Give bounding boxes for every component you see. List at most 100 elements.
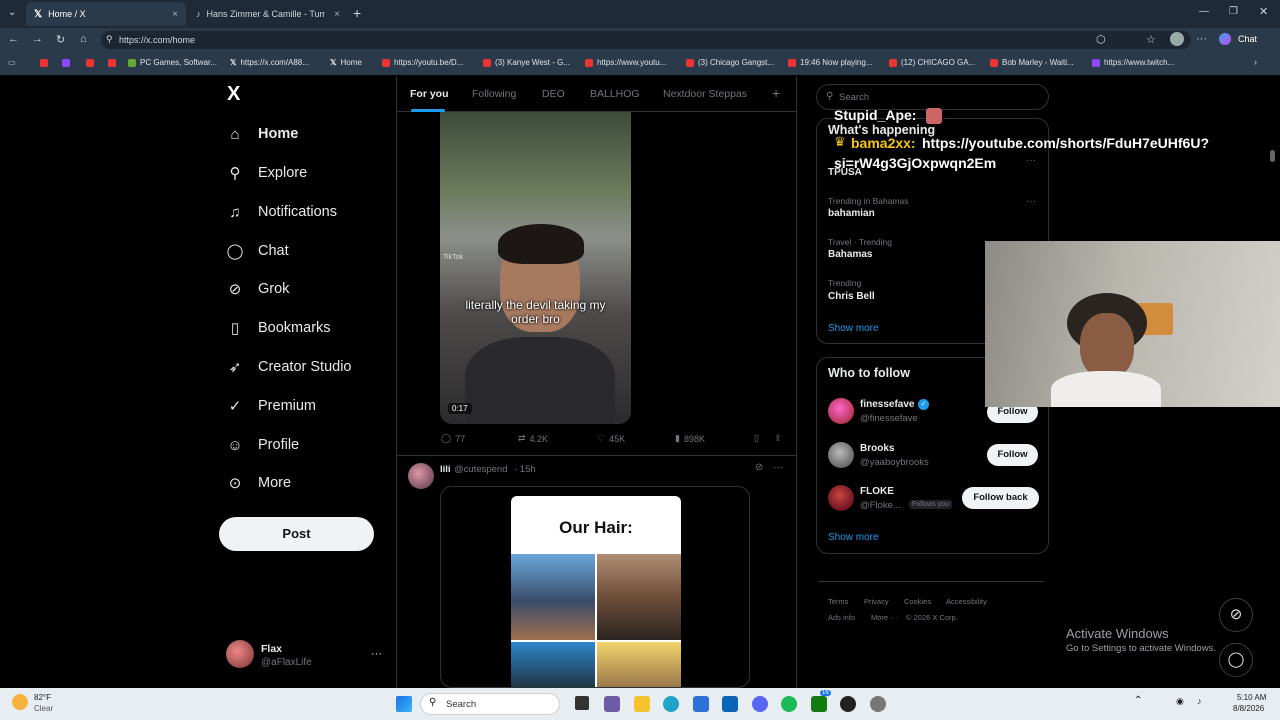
footer-link-privacy[interactable]: Privacy bbox=[864, 597, 889, 606]
weather-temp[interactable]: 82°F bbox=[34, 693, 51, 702]
trend-name[interactable]: bahamian bbox=[828, 208, 875, 219]
account-menu-icon[interactable]: ··· bbox=[371, 648, 382, 660]
refresh-icon[interactable]: ↻ bbox=[56, 33, 65, 46]
volume-icon[interactable]: ♪ bbox=[1197, 696, 1202, 706]
bookmark-icon[interactable]: ▯ bbox=[754, 433, 759, 444]
network-icon[interactable]: ◉ bbox=[1176, 696, 1184, 707]
post-button[interactable]: Post bbox=[219, 517, 374, 551]
post-video[interactable]: TikTok literally the devil taking my ord… bbox=[440, 112, 631, 424]
tab-for-you[interactable]: For you bbox=[410, 88, 449, 100]
tab-close-icon[interactable]: × bbox=[334, 9, 340, 20]
spotify-icon[interactable] bbox=[781, 696, 797, 712]
new-tab-button[interactable]: + bbox=[353, 5, 361, 21]
share-icon[interactable]: ⇪ bbox=[774, 433, 782, 444]
post-author-name[interactable]: lili bbox=[440, 464, 451, 475]
messages-float-button[interactable]: ◯ bbox=[1219, 643, 1253, 677]
window-close-icon[interactable]: ✕ bbox=[1259, 5, 1268, 18]
settings-icon[interactable] bbox=[870, 696, 886, 712]
footer-link-more[interactable]: More ··· bbox=[871, 613, 898, 622]
menu-dots-icon[interactable]: ··· bbox=[1196, 33, 1207, 45]
obs-icon[interactable] bbox=[840, 696, 856, 712]
post-author-handle[interactable]: @cutespend bbox=[454, 464, 507, 475]
nav-explore[interactable]: ⚲ Explore bbox=[226, 164, 308, 182]
bookmark-item[interactable]: PC Games, Softwar... bbox=[128, 58, 217, 67]
bookmark-item[interactable]: https://www.twitch... bbox=[1092, 58, 1174, 67]
scrollbar[interactable] bbox=[1270, 150, 1275, 162]
tab-nextdoor-steppas[interactable]: Nextdoor Steppas bbox=[663, 88, 747, 100]
avatar[interactable] bbox=[828, 485, 854, 511]
url-field[interactable]: ⚲ https://x.com/home bbox=[101, 31, 1191, 49]
nav-grok[interactable]: ⊘ Grok bbox=[226, 280, 290, 298]
xbox-icon[interactable] bbox=[811, 696, 827, 712]
bookmark-item[interactable]: (3) Chicago Gangst... bbox=[686, 58, 774, 67]
show-more-link[interactable]: Show more bbox=[828, 323, 879, 334]
tray-chevron-icon[interactable]: ⌃ bbox=[1134, 695, 1142, 706]
edge-icon[interactable] bbox=[663, 696, 679, 712]
avatar[interactable] bbox=[828, 442, 854, 468]
add-tab-icon[interactable]: + bbox=[772, 85, 780, 101]
trend-more-icon[interactable]: ··· bbox=[1026, 196, 1036, 207]
restore-icon[interactable]: ❐ bbox=[1229, 6, 1238, 17]
favorites-icon[interactable]: ☆ bbox=[1146, 33, 1156, 46]
footer-link-cookies[interactable]: Cookies bbox=[904, 597, 931, 606]
follow-button[interactable]: Follow bbox=[987, 444, 1038, 466]
taskbar-search[interactable]: ⚲ Search bbox=[420, 693, 560, 715]
like-button[interactable]: ♡ 45K bbox=[597, 433, 625, 444]
youtube-icon[interactable] bbox=[40, 59, 48, 67]
tab-list-chevron-icon[interactable]: ⌄ bbox=[8, 7, 16, 18]
nav-creator-studio[interactable]: ➶ Creator Studio bbox=[226, 358, 352, 376]
file-explorer-icon[interactable] bbox=[634, 696, 650, 712]
task-view-icon[interactable] bbox=[575, 696, 589, 710]
bookmark-item[interactable]: (12) CHICAGO GA... bbox=[889, 58, 975, 67]
follow-name[interactable]: Brooks bbox=[860, 443, 894, 454]
follow-name[interactable]: finessefave bbox=[860, 399, 914, 410]
follow-back-button[interactable]: Follow back bbox=[962, 487, 1039, 509]
youtube-icon[interactable] bbox=[86, 59, 94, 67]
profile-avatar[interactable] bbox=[1170, 32, 1184, 46]
widgets-icon[interactable] bbox=[604, 696, 620, 712]
tab-following[interactable]: Following bbox=[472, 88, 516, 100]
bookmark-item[interactable]: https://youtu.be/D... bbox=[382, 58, 463, 67]
tab-tiktok[interactable]: ♪ Hans Zimmer & Camille - Tumarc × bbox=[188, 2, 348, 26]
clock-time[interactable]: 5:10 AM bbox=[1237, 693, 1266, 702]
tab-close-icon[interactable]: × bbox=[172, 9, 178, 20]
store-icon[interactable] bbox=[693, 696, 709, 712]
start-icon[interactable] bbox=[396, 696, 412, 712]
nav-more[interactable]: ⊙ More bbox=[226, 474, 291, 492]
account-switcher[interactable]: Flax @aFlaxLife ··· bbox=[226, 640, 386, 672]
bookmark-item[interactable]: 𝕏https://x.com/A88... bbox=[230, 58, 309, 67]
nav-premium[interactable]: ✓ Premium bbox=[226, 397, 316, 415]
trend-name[interactable]: Chris Bell bbox=[828, 291, 875, 302]
bookmark-item[interactable]: Bob Marley - Waiti... bbox=[990, 58, 1074, 67]
avatar[interactable] bbox=[828, 398, 854, 424]
youtube-icon[interactable] bbox=[108, 59, 116, 67]
grok-float-button[interactable]: ⊘ bbox=[1219, 598, 1253, 632]
discord-icon[interactable] bbox=[752, 696, 768, 712]
follow-name[interactable]: FLOKE bbox=[860, 486, 894, 497]
repost-button[interactable]: ⇄ 4.2K bbox=[518, 433, 548, 444]
avatar[interactable] bbox=[408, 463, 434, 489]
post-time[interactable]: · 15h bbox=[514, 464, 536, 475]
bookmark-item[interactable]: 19:46 Now playing... bbox=[788, 58, 873, 67]
extensions-icon[interactable]: ⬡ bbox=[1096, 33, 1106, 46]
trend-name[interactable]: Bahamas bbox=[828, 249, 872, 260]
footer-link-accessibility[interactable]: Accessibility bbox=[946, 597, 987, 606]
tab-ballhog[interactable]: BALLHOG bbox=[590, 88, 640, 100]
twitch-icon[interactable] bbox=[62, 59, 70, 67]
grok-icon[interactable]: ⊘ bbox=[755, 462, 763, 473]
x-logo[interactable]: X bbox=[227, 83, 240, 106]
tab-x-home[interactable]: 𝕏 Home / X × bbox=[26, 2, 186, 26]
tab-deo[interactable]: DEO bbox=[542, 88, 565, 100]
bookmarks-more-icon[interactable]: › bbox=[1254, 57, 1257, 67]
nav-profile[interactable]: ☺ Profile bbox=[226, 436, 299, 454]
bookmark-item[interactable]: https://www.youtu... bbox=[585, 58, 666, 67]
show-more-link[interactable]: Show more bbox=[828, 532, 879, 543]
post-image-frame[interactable]: Our Hair: bbox=[440, 486, 750, 688]
post-more-icon[interactable]: ··· bbox=[773, 462, 783, 473]
chat-button[interactable]: Chat bbox=[1238, 34, 1257, 44]
bookmark-sidebar-icon[interactable]: ▭ bbox=[8, 58, 16, 67]
nav-notifications[interactable]: ♫ Notifications bbox=[226, 203, 337, 221]
minimize-icon[interactable]: — bbox=[1199, 6, 1209, 17]
home-icon[interactable]: ⌂ bbox=[80, 33, 87, 45]
bookmark-item[interactable]: 𝕏 Home bbox=[330, 58, 362, 67]
